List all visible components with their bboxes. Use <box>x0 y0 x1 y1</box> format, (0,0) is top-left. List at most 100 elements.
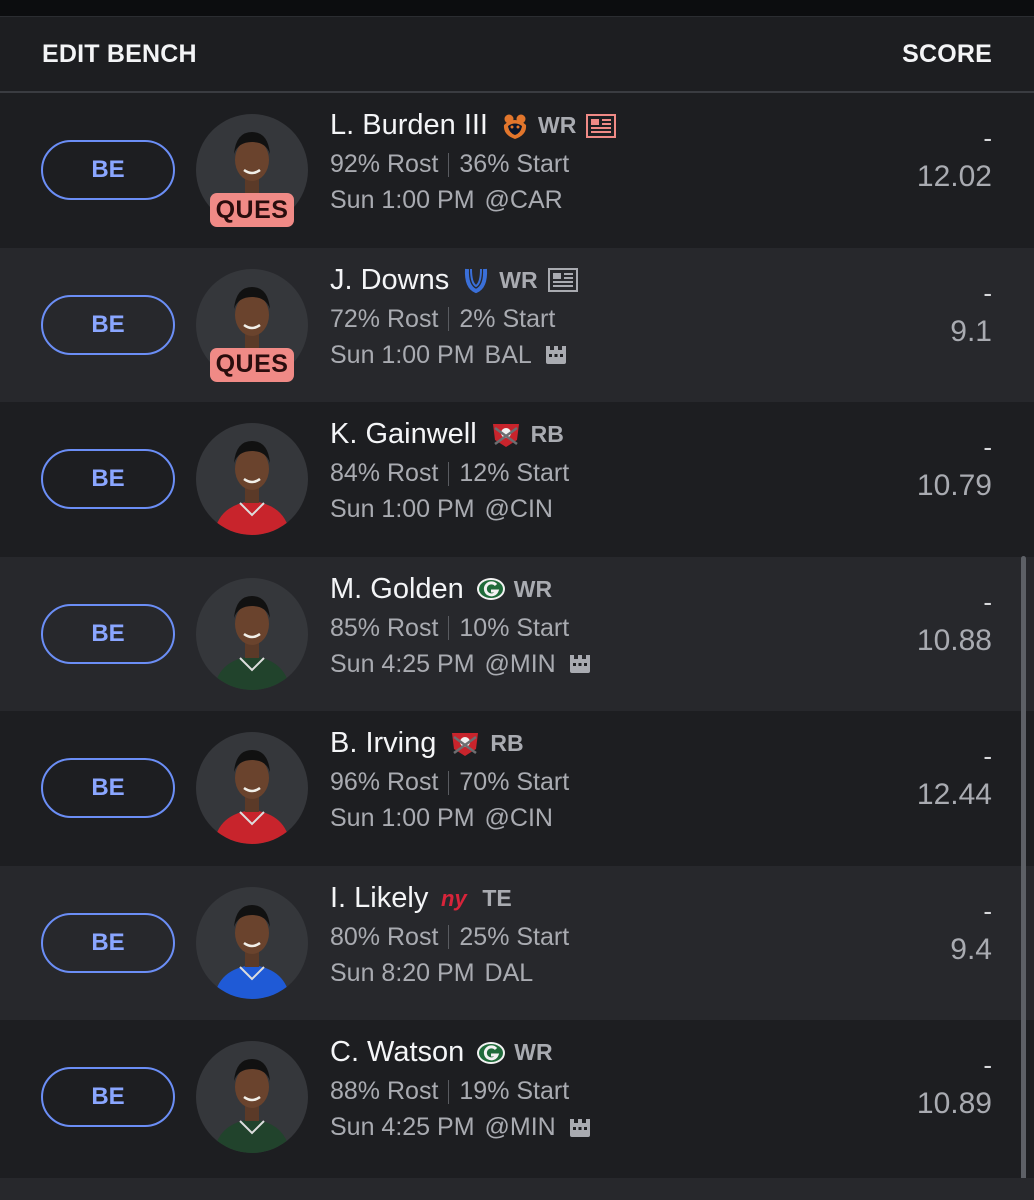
game-info: Sun 4:25 PM @MIN <box>330 650 592 679</box>
opponent[interactable]: @MIN <box>485 1113 556 1142</box>
scrollbar[interactable] <box>1021 556 1026 1182</box>
projected-score: 9.4 <box>950 932 992 966</box>
news-icon[interactable] <box>586 113 617 138</box>
rostered-percent: 88% Rost <box>330 1077 439 1105</box>
stadium-icon[interactable] <box>568 653 592 675</box>
injury-status-badge: QUES <box>210 193 294 227</box>
score-cell: - 9.1 <box>852 248 992 403</box>
game-time: Sun 1:00 PM <box>330 804 475 832</box>
buccaneers-logo-icon <box>448 729 482 759</box>
player-name-link[interactable]: I. Likely <box>330 882 428 915</box>
colts-logo-icon <box>461 265 491 295</box>
player-headshot[interactable] <box>196 732 308 845</box>
ownership-stats: 96% Rost 70% Start <box>330 768 569 797</box>
stadium-icon[interactable] <box>568 1117 592 1139</box>
player-headshot[interactable] <box>196 577 308 690</box>
player-row[interactable]: BE QUES J. Downs WR 72% Rost 2% Start Sun 1:00… <box>0 247 1034 403</box>
started-percent: 12% Start <box>459 459 570 487</box>
started-percent: 36% Start <box>459 150 570 178</box>
rostered-percent: 92% Rost <box>330 150 439 178</box>
opponent[interactable]: DAL <box>485 959 534 988</box>
game-time: Sun 4:25 PM <box>330 649 475 678</box>
divider <box>448 307 450 331</box>
table-header: EDIT BENCH SCORE <box>0 17 1034 93</box>
bench-slot-button[interactable]: BE <box>41 1067 175 1128</box>
player-name-link[interactable]: L. Burden III <box>330 109 488 142</box>
ownership-stats: 92% Rost 36% Start <box>330 150 569 179</box>
rostered-percent: 72% Rost <box>330 304 439 333</box>
actual-score: - <box>983 1050 992 1080</box>
game-time: Sun 4:25 PM <box>330 1113 475 1141</box>
player-name-link[interactable]: M. Golden <box>330 573 464 606</box>
divider <box>448 152 450 177</box>
bench-slot-button[interactable]: BE <box>41 294 175 355</box>
projected-score: 10.89 <box>916 1087 992 1120</box>
giants-logo-icon: ny <box>440 885 474 911</box>
player-position: WR <box>513 575 553 602</box>
edit-bench-heading: EDIT BENCH <box>42 39 197 68</box>
ownership-stats: 88% Rost 19% Start <box>330 1077 569 1106</box>
ownership-stats: 80% Rost 25% Start <box>330 923 569 952</box>
player-row[interactable]: BE QUES L. Burden III WR 92% Rost 36% Start Su… <box>0 93 1034 248</box>
score-heading: SCORE <box>902 39 992 68</box>
player-position: WR <box>538 112 577 138</box>
actual-score: - <box>983 741 992 771</box>
bench-slot-button[interactable]: BE <box>41 140 175 201</box>
actual-score: - <box>983 277 992 308</box>
projected-score: 9.1 <box>950 314 992 348</box>
game-info: Sun 8:20 PM DAL <box>330 959 533 988</box>
injury-status-badge: QUES <box>210 347 294 382</box>
player-headshot[interactable] <box>196 423 308 536</box>
bench-slot-button[interactable]: BE <box>41 449 175 510</box>
top-bar <box>0 0 1034 17</box>
player-row[interactable]: BE B. Irving RB 96% Rost 70% Start Sun 1:00 P… <box>0 711 1034 866</box>
rostered-percent: 96% Rost <box>330 768 439 796</box>
opponent[interactable]: @CIN <box>485 804 553 833</box>
stadium-icon[interactable] <box>544 344 568 366</box>
player-headshot[interactable] <box>196 886 308 999</box>
opponent[interactable]: BAL <box>485 341 532 370</box>
player-row[interactable]: BE I. Likely ny TE 80% Rost 25% Start Sun 8:20… <box>0 865 1034 1020</box>
score-cell: - 10.79 <box>852 402 992 557</box>
rostered-percent: 85% Rost <box>330 613 439 642</box>
player-row[interactable]: BE M. Golden WR 85% Rost 10% Start Sun 4:25 P… <box>0 556 1034 711</box>
projected-score: 12.02 <box>916 160 992 193</box>
game-info: Sun 1:00 PM @CIN <box>330 804 553 833</box>
opponent[interactable]: @CAR <box>485 186 563 215</box>
game-info: Sun 1:00 PM @CAR <box>330 186 563 215</box>
player-row[interactable]: BE K. Gainwell RB 84% Rost 12% Start Sun 1:00… <box>0 402 1034 557</box>
bench-slot-button[interactable]: BE <box>41 603 175 664</box>
game-time: Sun 8:20 PM <box>330 958 475 987</box>
game-time: Sun 1:00 PM <box>330 495 475 523</box>
actual-score: - <box>983 432 992 462</box>
actual-score: - <box>983 586 992 617</box>
actual-score: - <box>983 895 992 926</box>
bench-slot-button[interactable]: BE <box>41 912 175 973</box>
ownership-stats: 84% Rost 12% Start <box>330 459 569 488</box>
player-position: RB <box>530 421 564 447</box>
bench-slot-button[interactable]: BE <box>41 758 175 819</box>
score-cell: - 12.02 <box>852 93 992 248</box>
player-headshot[interactable] <box>196 1041 308 1154</box>
rostered-percent: 84% Rost <box>330 459 439 487</box>
player-name-link[interactable]: B. Irving <box>330 727 436 760</box>
player-name-link[interactable]: C. Watson <box>330 1036 464 1069</box>
bears-logo-icon <box>500 111 530 141</box>
news-icon[interactable] <box>547 268 578 292</box>
started-percent: 19% Start <box>459 1077 570 1105</box>
packers-logo-icon <box>476 1040 506 1066</box>
opponent[interactable]: @MIN <box>485 650 556 679</box>
player-row[interactable]: BE C. Watson WR 88% Rost 19% Start Sun 4:25 P… <box>0 1020 1034 1175</box>
bench-list: BE QUES L. Burden III WR 92% Rost 36% Start Su… <box>0 93 1034 1175</box>
game-time: Sun 1:00 PM <box>330 340 475 369</box>
started-percent: 70% Start <box>459 768 570 796</box>
player-position: WR <box>499 266 538 293</box>
actual-score: - <box>983 123 992 153</box>
player-name-link[interactable]: K. Gainwell <box>330 418 477 451</box>
opponent[interactable]: @CIN <box>485 495 553 524</box>
player-position: RB <box>490 730 524 756</box>
projected-score: 10.88 <box>916 623 992 657</box>
ownership-stats: 85% Rost 10% Start <box>330 614 569 643</box>
player-name-link[interactable]: J. Downs <box>330 264 449 297</box>
started-percent: 10% Start <box>459 613 570 642</box>
